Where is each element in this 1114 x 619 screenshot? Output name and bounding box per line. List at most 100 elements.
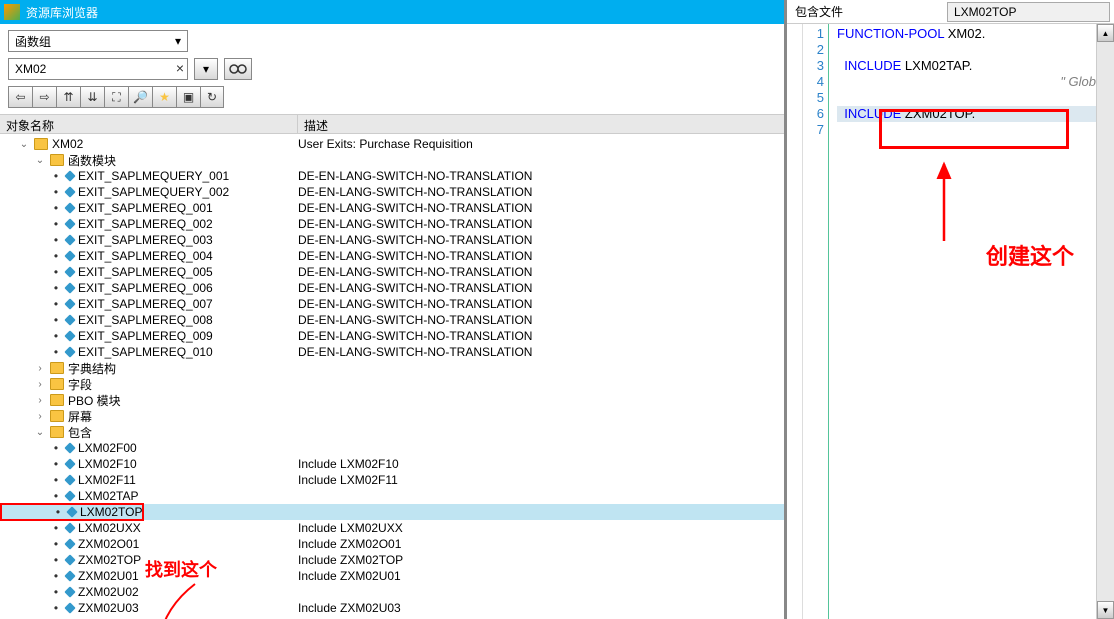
dropdown-toggle-button[interactable]: ▾ [194,58,218,80]
object-type-dropdown[interactable]: 函数组 ▾ [8,30,188,52]
tree-label: •EXIT_SAPLMEREQ_005 [0,265,213,279]
code-line[interactable] [837,122,1096,138]
item-icon [64,474,75,485]
vertical-scrollbar[interactable]: ▲ ▼ [1096,24,1114,619]
tree-row[interactable]: •ZXM02O01 Include ZXM02O01 [0,536,784,552]
code-line[interactable]: FUNCTION-POOL XM02. [837,26,1096,42]
tree-row[interactable]: › PBO 模块 [0,392,784,408]
tree-row[interactable]: •ZXM02TOPInclude ZXM02TOP [0,552,784,568]
tree-item-text: ZXM02U01 [78,569,139,583]
scroll-up-button[interactable]: ▲ [1097,24,1114,42]
expand-icon[interactable]: › [34,395,46,406]
code-line[interactable]: INCLUDE ZXM02TOP. [837,106,1096,122]
where-used-button[interactable]: 🔎 [128,86,152,108]
tree-row[interactable]: •EXIT_SAPLMEREQ_002DE-EN-LANG-SWITCH-NO-… [0,216,784,232]
tree-row[interactable]: •ZXM02U02 [0,584,784,600]
tree-row[interactable]: •LXM02F00 [0,440,784,456]
tree-row[interactable]: ⌄XM02User Exits: Purchase Requisition [0,136,784,152]
bullet-icon: • [50,233,62,247]
expand-icon[interactable]: › [34,379,46,390]
tree-row[interactable]: •LXM02TAP [0,488,784,504]
column-desc-header[interactable]: 描述 [298,115,784,133]
collapse-icon[interactable]: ⌄ [34,427,46,438]
glasses-icon [229,63,247,75]
nav-forward-button[interactable]: ⇨ [32,86,56,108]
collapse-up-button[interactable]: ⇈ [56,86,80,108]
tree-row[interactable]: ⌄ 函数模块 [0,152,784,168]
tree-item-text: 函数模块 [68,152,116,169]
tree-row[interactable]: •EXIT_SAPLMEREQ_001DE-EN-LANG-SWITCH-NO-… [0,200,784,216]
add-button[interactable]: ▣ [176,86,200,108]
tree-row[interactable]: •EXIT_SAPLMEREQ_010DE-EN-LANG-SWITCH-NO-… [0,344,784,360]
nav-back-button[interactable]: ⇦ [8,86,32,108]
tree-row[interactable]: ⌄ 包含 [0,424,784,440]
tree-row[interactable]: •LXM02TOP [0,504,784,520]
keyword: INCLUDE [844,58,901,73]
tree-row[interactable]: •EXIT_SAPLMEREQ_006DE-EN-LANG-SWITCH-NO-… [0,280,784,296]
clear-icon[interactable]: × [176,60,184,76]
tree-row[interactable]: •EXIT_SAPLMEREQ_008DE-EN-LANG-SWITCH-NO-… [0,312,784,328]
keyword: FUNCTION-POOL [837,26,944,41]
tree-row[interactable]: •ZXM02U01Include ZXM02U01 [0,568,784,584]
item-icon [64,346,75,357]
tree-label: •LXM02F11 [0,473,136,487]
keyword: INCLUDE [844,106,901,121]
column-name-header[interactable]: 对象名称 [0,115,298,133]
tree-item-text: 字段 [68,376,92,393]
tree-label: •EXIT_SAPLMEREQ_007 [0,297,213,311]
tree-item-text: PBO 模块 [68,392,121,409]
tree-label: •ZXM02U02 [0,585,139,599]
tree-item-desc: DE-EN-LANG-SWITCH-NO-TRANSLATION [298,185,532,199]
search-input[interactable] [8,58,188,80]
tree-row[interactable]: •EXIT_SAPLMEQUERY_002DE-EN-LANG-SWITCH-N… [0,184,784,200]
tree-item-desc: Include ZXM02TOP [298,553,403,567]
collapse-icon[interactable]: ⌄ [18,139,30,150]
tree-item-text: EXIT_SAPLMEQUERY_001 [78,169,229,183]
item-icon [64,218,75,229]
scroll-down-button[interactable]: ▼ [1097,601,1114,619]
tree-item-text: 字典结构 [68,360,116,377]
tree-item-text: LXM02TAP [78,489,138,503]
tree-row[interactable]: •LXM02F11Include LXM02F11 [0,472,784,488]
tree-area[interactable]: 找到这个 ⌄XM02User Exits: Purchase Requisiti… [0,134,784,619]
code-line[interactable] [837,90,1096,106]
tree-row[interactable]: › 字段 [0,376,784,392]
tree-item-text: 包含 [68,424,92,441]
tree-item-text: ZXM02TOP [78,553,141,567]
tree-row[interactable]: •EXIT_SAPLMEREQ_009DE-EN-LANG-SWITCH-NO-… [0,328,784,344]
tree-row[interactable]: •LXM02UXXInclude LXM02UXX [0,520,784,536]
tree-row[interactable]: › 字典结构 [0,360,784,376]
folder-icon [34,138,48,150]
tree-row[interactable]: ›屏幕 [0,408,784,424]
code-line[interactable]: " Glob [837,74,1096,90]
search-row: × ▾ [0,56,784,84]
tree-row[interactable]: •EXIT_SAPLMEREQ_007DE-EN-LANG-SWITCH-NO-… [0,296,784,312]
tree-row[interactable]: •EXIT_SAPLMEREQ_003DE-EN-LANG-SWITCH-NO-… [0,232,784,248]
refresh-button[interactable]: ↻ [200,86,224,108]
tree-row[interactable]: •EXIT_SAPLMEREQ_005 DE-EN-LANG-SWITCH-NO-… [0,264,784,280]
line-number: 6 [803,106,824,122]
tree-row[interactable]: •EXIT_SAPLMEQUERY_001DE-EN-LANG-SWITCH-N… [0,168,784,184]
tree-row[interactable]: •EXIT_SAPLMEREQ_004DE-EN-LANG-SWITCH-NO-… [0,248,784,264]
code-line[interactable] [837,42,1096,58]
tree-label: •ZXM02O01 [0,537,139,551]
favorite-button[interactable]: ★ [152,86,176,108]
display-button[interactable] [224,58,252,80]
expand-down-button[interactable]: ⇊ [80,86,104,108]
tree-item-desc: Include ZXM02O01 [298,537,401,551]
tree-row[interactable]: •ZXM02U03Include ZXM02U03 [0,600,784,616]
tree-row[interactable]: •LXM02F10Include LXM02F10 [0,456,784,472]
fullscreen-button[interactable]: ⛶ [104,86,128,108]
tree-item-text: LXM02F11 [78,473,136,487]
line-number: 1 [803,26,824,42]
tree-item-desc: Include ZXM02U01 [298,569,401,583]
code-line[interactable]: INCLUDE LXM02TAP. [837,58,1096,74]
expand-icon[interactable]: › [34,363,46,374]
expand-icon[interactable]: › [34,411,46,422]
bullet-icon: • [50,265,62,279]
line-number: 7 [803,122,824,138]
tree-item-desc: DE-EN-LANG-SWITCH-NO-TRANSLATION [298,265,532,279]
code-lines[interactable]: FUNCTION-POOL XM02. INCLUDE LXM02TAP." G… [829,24,1096,619]
tree-item-desc: DE-EN-LANG-SWITCH-NO-TRANSLATION [298,217,532,231]
collapse-icon[interactable]: ⌄ [34,155,46,166]
